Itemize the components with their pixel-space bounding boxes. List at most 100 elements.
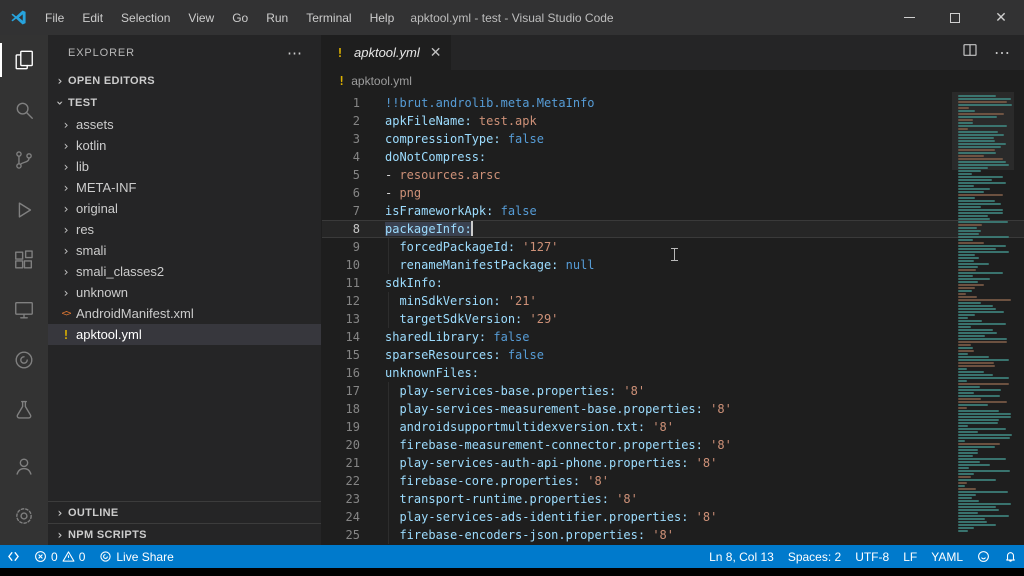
- code-line[interactable]: 6- png: [322, 184, 1024, 202]
- line-number[interactable]: 15: [322, 346, 385, 364]
- line-number[interactable]: 2: [322, 112, 385, 130]
- line-number[interactable]: 13: [322, 310, 385, 328]
- line-number[interactable]: 6: [322, 184, 385, 202]
- more-actions-icon[interactable]: ⋯: [994, 43, 1010, 63]
- eol-selector[interactable]: LF: [896, 545, 924, 568]
- line-number[interactable]: 9: [322, 238, 385, 256]
- line-number[interactable]: 14: [322, 328, 385, 346]
- code-line[interactable]: 8packageInfo:: [322, 220, 1024, 238]
- code-line[interactable]: 19 androidsupportmultidexversion.txt: '8…: [322, 418, 1024, 436]
- minimap[interactable]: [954, 92, 1012, 545]
- encoding[interactable]: UTF-8: [848, 545, 896, 568]
- code-line[interactable]: 22 firebase-core.properties: '8': [322, 472, 1024, 490]
- remote-window-button[interactable]: [0, 545, 27, 568]
- menu-selection[interactable]: Selection: [112, 0, 179, 35]
- code-line[interactable]: 7isFrameworkApk: false: [322, 202, 1024, 220]
- menu-help[interactable]: Help: [361, 0, 404, 35]
- test-explorer-icon[interactable]: [0, 385, 48, 435]
- line-number[interactable]: 5: [322, 166, 385, 184]
- line-number[interactable]: 1: [322, 94, 385, 112]
- search-icon[interactable]: [0, 85, 48, 135]
- tree-item-smali[interactable]: ›smali: [48, 240, 321, 261]
- code-line[interactable]: 4doNotCompress:: [322, 148, 1024, 166]
- code-line[interactable]: 17 play-services-base.properties: '8': [322, 382, 1024, 400]
- accounts-icon[interactable]: [0, 441, 48, 491]
- tree-item-res[interactable]: ›res: [48, 219, 321, 240]
- npm-scripts-section[interactable]: › NPM SCRIPTS: [48, 523, 321, 545]
- code-line[interactable]: 16unknownFiles:: [322, 364, 1024, 382]
- menu-view[interactable]: View: [179, 0, 223, 35]
- problems-button[interactable]: 0 0: [27, 545, 92, 568]
- line-number[interactable]: 19: [322, 418, 385, 436]
- line-number[interactable]: 7: [322, 202, 385, 220]
- code-editor[interactable]: 1!!brut.androlib.meta.MetaInfo2apkFileNa…: [322, 92, 1024, 545]
- maximize-button[interactable]: [932, 0, 978, 35]
- line-number[interactable]: 8: [322, 220, 385, 238]
- cursor-position[interactable]: Ln 8, Col 13: [702, 545, 781, 568]
- split-editor-icon[interactable]: [962, 42, 978, 63]
- code-line[interactable]: 23 transport-runtime.properties: '8': [322, 490, 1024, 508]
- line-number[interactable]: 10: [322, 256, 385, 274]
- code-line[interactable]: 20 firebase-measurement-connector.proper…: [322, 436, 1024, 454]
- tree-item-kotlin[interactable]: ›kotlin: [48, 135, 321, 156]
- line-number[interactable]: 12: [322, 292, 385, 310]
- indentation[interactable]: Spaces: 2: [781, 545, 848, 568]
- close-button[interactable]: ✕: [978, 0, 1024, 35]
- code-line[interactable]: 15sparseResources: false: [322, 346, 1024, 364]
- tree-item-meta-inf[interactable]: ›META-INF: [48, 177, 321, 198]
- explorer-icon[interactable]: [0, 35, 48, 85]
- live-share-button[interactable]: Live Share: [92, 545, 180, 568]
- line-number[interactable]: 25: [322, 526, 385, 544]
- explorer-more-actions-icon[interactable]: ⋯: [287, 44, 303, 62]
- line-number[interactable]: 20: [322, 436, 385, 454]
- menu-edit[interactable]: Edit: [73, 0, 112, 35]
- code-line[interactable]: 18 play-services-measurement-base.proper…: [322, 400, 1024, 418]
- code-line[interactable]: 2apkFileName: test.apk: [322, 112, 1024, 130]
- run-and-debug-icon[interactable]: [0, 185, 48, 235]
- remote-explorer-icon[interactable]: [0, 285, 48, 335]
- tree-item-lib[interactable]: ›lib: [48, 156, 321, 177]
- code-line[interactable]: 1!!brut.androlib.meta.MetaInfo: [322, 94, 1024, 112]
- line-number[interactable]: 23: [322, 490, 385, 508]
- notifications-button[interactable]: [997, 545, 1024, 568]
- tree-item-androidmanifest.xml[interactable]: <>AndroidManifest.xml: [48, 303, 321, 324]
- code-line[interactable]: 24 play-services-ads-identifier.properti…: [322, 508, 1024, 526]
- tree-item-original[interactable]: ›original: [48, 198, 321, 219]
- menu-go[interactable]: Go: [223, 0, 257, 35]
- code-line[interactable]: 9 forcedPackageId: '127': [322, 238, 1024, 256]
- line-number[interactable]: 16: [322, 364, 385, 382]
- language-mode[interactable]: YAML: [924, 545, 970, 568]
- extensions-icon[interactable]: [0, 235, 48, 285]
- code-line[interactable]: 11sdkInfo:: [322, 274, 1024, 292]
- tree-item-smali_classes2[interactable]: ›smali_classes2: [48, 261, 321, 282]
- outline-section[interactable]: › OUTLINE: [48, 501, 321, 523]
- code-line[interactable]: 3compressionType: false: [322, 130, 1024, 148]
- tab-apktool-yml[interactable]: ! apktool.yml ✕: [322, 35, 451, 70]
- manage-icon[interactable]: [0, 491, 48, 541]
- code-line[interactable]: 21 play-services-auth-api-phone.properti…: [322, 454, 1024, 472]
- tree-item-unknown[interactable]: ›unknown: [48, 282, 321, 303]
- code-line[interactable]: 5- resources.arsc: [322, 166, 1024, 184]
- breadcrumb[interactable]: ! apktool.yml: [322, 70, 1024, 92]
- source-control-icon[interactable]: [0, 135, 48, 185]
- line-number[interactable]: 3: [322, 130, 385, 148]
- tree-item-apktool.yml[interactable]: !apktool.yml: [48, 324, 321, 345]
- minimize-button[interactable]: [886, 0, 932, 35]
- line-number[interactable]: 24: [322, 508, 385, 526]
- code-line[interactable]: 14sharedLibrary: false: [322, 328, 1024, 346]
- line-number[interactable]: 4: [322, 148, 385, 166]
- open-editors-section[interactable]: › OPEN EDITORS: [48, 70, 321, 92]
- code-line[interactable]: 25 firebase-encoders-json.properties: '8…: [322, 526, 1024, 544]
- menu-run[interactable]: Run: [257, 0, 297, 35]
- line-number[interactable]: 18: [322, 400, 385, 418]
- menu-terminal[interactable]: Terminal: [297, 0, 360, 35]
- menu-file[interactable]: File: [36, 0, 73, 35]
- code-line[interactable]: 10 renameManifestPackage: null: [322, 256, 1024, 274]
- live-share-icon[interactable]: [0, 335, 48, 385]
- code-line[interactable]: 13 targetSdkVersion: '29': [322, 310, 1024, 328]
- line-number[interactable]: 17: [322, 382, 385, 400]
- line-number[interactable]: 21: [322, 454, 385, 472]
- workspace-section[interactable]: › TEST: [48, 92, 321, 114]
- tree-item-assets[interactable]: ›assets: [48, 114, 321, 135]
- close-tab-icon[interactable]: ✕: [430, 44, 442, 61]
